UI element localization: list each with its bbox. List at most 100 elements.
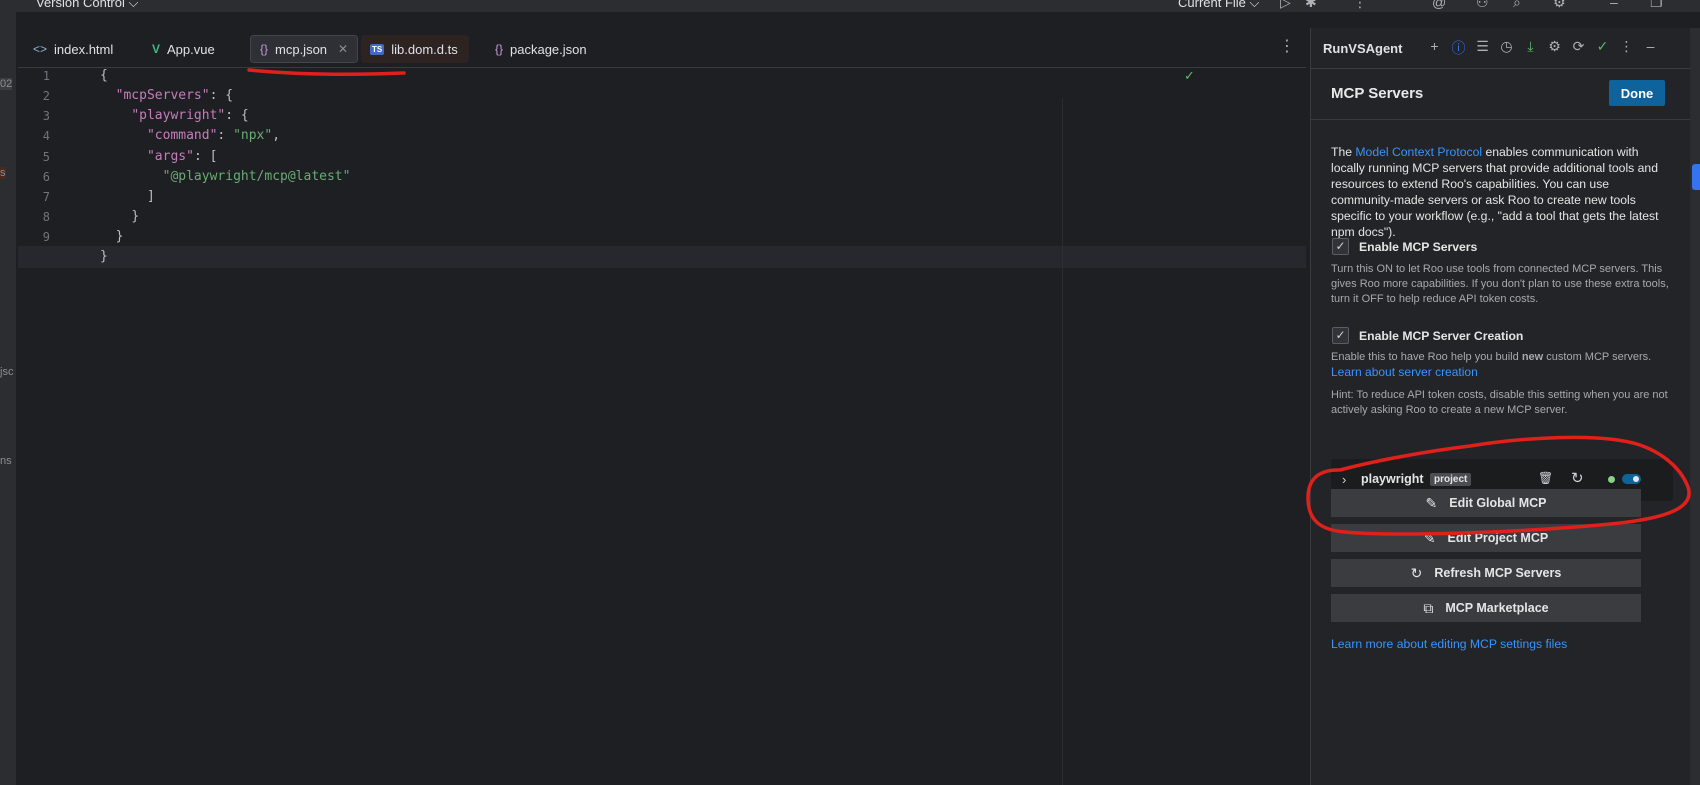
settings-icon[interactable]: ⚙	[1547, 38, 1562, 58]
enable-mcp-servers-help: Turn this ON to let Roo use tools from c…	[1331, 263, 1669, 305]
info-icon[interactable]: ⓘ	[1451, 38, 1466, 58]
line-number: 5	[42, 150, 50, 164]
ai-assistant-icon[interactable]: @	[1432, 0, 1446, 10]
divider	[1311, 68, 1691, 69]
restart-server-icon[interactable]: ↻	[1571, 469, 1584, 487]
project-badge: project	[1430, 473, 1472, 486]
server-name: playwright	[1361, 472, 1424, 486]
enable-mcp-creation-label: Enable MCP Server Creation	[1359, 329, 1524, 343]
cropped-label: jsc	[0, 366, 14, 378]
run-config-selector[interactable]: Current File ⌵	[1178, 0, 1259, 11]
tab-index-html[interactable]: <> index.html	[24, 35, 122, 63]
vue-file-icon: V	[152, 42, 161, 56]
refresh-icon: ↻	[1410, 564, 1423, 581]
json-file-icon: {}	[260, 42, 269, 56]
mcp-marketplace-button[interactable]: ⧉ MCP Marketplace	[1331, 594, 1641, 622]
tab-lib-dom-d-ts[interactable]: TS lib.dom.d.ts	[361, 35, 469, 63]
cropped-label: 02	[0, 78, 13, 90]
active-tool-indicator[interactable]	[1692, 164, 1700, 190]
server-enable-toggle[interactable]	[1622, 474, 1641, 484]
tab-app-vue[interactable]: V App.vue	[143, 35, 224, 63]
json-file-icon: {}	[495, 42, 504, 56]
learn-more-mcp-settings-link[interactable]: Learn more about editing MCP settings fi…	[1331, 637, 1567, 651]
code-line: {	[100, 68, 108, 83]
code-line: }	[100, 249, 108, 264]
done-button[interactable]: Done	[1609, 80, 1665, 106]
current-line-highlight	[18, 246, 1306, 268]
chevron-right-icon[interactable]: ›	[1342, 472, 1346, 487]
search-icon[interactable]: ⌕	[1513, 0, 1521, 11]
line-number: 7	[42, 190, 50, 204]
cropped-label: ns	[0, 455, 12, 467]
title-bar: Version Control ⌵ Current File ⌵ ▷ ✱ ⋮ @…	[0, 0, 1700, 12]
debug-icon[interactable]: ✱	[1305, 0, 1317, 11]
html-file-icon: <>	[33, 42, 48, 56]
line-number: 3	[42, 109, 50, 123]
run-icon[interactable]: ▷	[1280, 0, 1291, 11]
close-tab-icon[interactable]: ✕	[338, 42, 348, 56]
tab-options-icon[interactable]: ⋮	[1279, 36, 1295, 56]
code-line: "playwright": {	[131, 108, 249, 123]
edit-global-mcp-button[interactable]: ✎ Edit Global MCP	[1331, 489, 1641, 517]
mcp-servers-heading: MCP Servers	[1331, 85, 1424, 102]
tab-label: mcp.json	[275, 41, 328, 57]
add-user-icon[interactable]: ⚇	[1476, 0, 1489, 11]
server-status-dot	[1608, 476, 1615, 483]
mcp-protocol-link[interactable]: Model Context Protocol	[1355, 145, 1482, 159]
delete-server-icon[interactable]: 🗑	[1538, 471, 1553, 485]
tab-label: App.vue	[167, 41, 215, 57]
typescript-file-icon: TS	[370, 43, 385, 55]
more-icon[interactable]: ⋮	[1353, 0, 1367, 11]
tab-package-json[interactable]: {} package.json	[486, 35, 596, 63]
panel-title: RunVSAgent	[1323, 41, 1403, 56]
restore-icon[interactable]: ❐	[1650, 0, 1663, 11]
pencil-icon: ✎	[1423, 529, 1436, 546]
enable-mcp-servers-checkbox[interactable]: ✓	[1332, 238, 1349, 255]
minimize-icon[interactable]: –	[1610, 0, 1618, 10]
code-line: "args": [	[146, 149, 218, 164]
code-line: "command": "npx",	[146, 128, 281, 143]
settings-gear-icon[interactable]: ⚙	[1553, 0, 1566, 11]
line-number: 4	[42, 129, 50, 143]
editor-area: <> index.html V App.vue {} mcp.json ✕ TS…	[18, 28, 1306, 785]
divider	[1311, 119, 1691, 120]
servers-icon[interactable]: ☰	[1475, 38, 1490, 58]
extensions-icon: ⧉	[1423, 599, 1434, 616]
code-line: "mcpServers": {	[115, 88, 234, 103]
enable-mcp-servers-label: Enable MCP Servers	[1359, 240, 1478, 254]
more-options-icon[interactable]: ⋮	[1619, 38, 1634, 58]
mcp-description: The Model Context Protocol enables commu…	[1331, 145, 1659, 239]
runvsagent-panel: RunVSAgent + ⓘ ☰ ◷ ⤓ ⚙ ⟳ ✓ ⋮ – MCP Serve…	[1310, 28, 1691, 785]
collapse-panel-icon[interactable]: –	[1643, 38, 1658, 58]
line-number: 8	[42, 210, 50, 224]
right-margin-guide	[1062, 98, 1063, 785]
learn-server-creation-link[interactable]: Learn about server creation	[1331, 365, 1478, 379]
edit-project-mcp-button[interactable]: ✎ Edit Project MCP	[1331, 524, 1641, 552]
line-number-gutter: 1 2 3 4 5 6 7 8 9 10	[18, 68, 78, 785]
code-line: "@playwright/mcp@latest"	[162, 169, 351, 184]
creation-hint: Hint: To reduce API token costs, disable…	[1331, 389, 1668, 416]
enable-mcp-creation-checkbox[interactable]: ✓	[1332, 327, 1349, 344]
tab-label: package.json	[510, 41, 587, 57]
history-icon[interactable]: ◷	[1499, 38, 1514, 58]
panel-toolbar: RunVSAgent + ⓘ ☰ ◷ ⤓ ⚙ ⟳ ✓ ⋮ –	[1311, 28, 1691, 68]
refresh-mcp-servers-button[interactable]: ↻ Refresh MCP Servers	[1331, 559, 1641, 587]
tab-label: index.html	[54, 41, 114, 57]
line-number: 1	[42, 69, 50, 83]
line-number: 6	[42, 170, 50, 184]
sync-icon[interactable]: ⟳	[1571, 38, 1586, 58]
tab-mcp-json[interactable]: {} mcp.json ✕	[250, 35, 359, 63]
check-icon[interactable]: ✓	[1595, 38, 1610, 58]
download-icon[interactable]: ⤓	[1523, 38, 1538, 58]
enable-mcp-creation-help: Enable this to have Roo help you build n…	[1331, 351, 1652, 379]
code-editor[interactable]: { "mcpServers": { "playwright": { "comma…	[18, 68, 1306, 785]
panel-toolbar-icons: + ⓘ ☰ ◷ ⤓ ⚙ ⟳ ✓ ⋮ –	[1427, 38, 1658, 58]
tab-label: lib.dom.d.ts	[391, 41, 458, 57]
new-task-icon[interactable]: +	[1427, 38, 1442, 58]
cropped-label: s	[0, 167, 6, 179]
version-control-menu[interactable]: Version Control ⌵	[36, 0, 138, 11]
code-line: ]	[146, 189, 155, 204]
line-number: 9	[42, 230, 50, 244]
no-problems-check-icon[interactable]: ✓	[1184, 68, 1195, 84]
line-number: 2	[42, 89, 50, 103]
